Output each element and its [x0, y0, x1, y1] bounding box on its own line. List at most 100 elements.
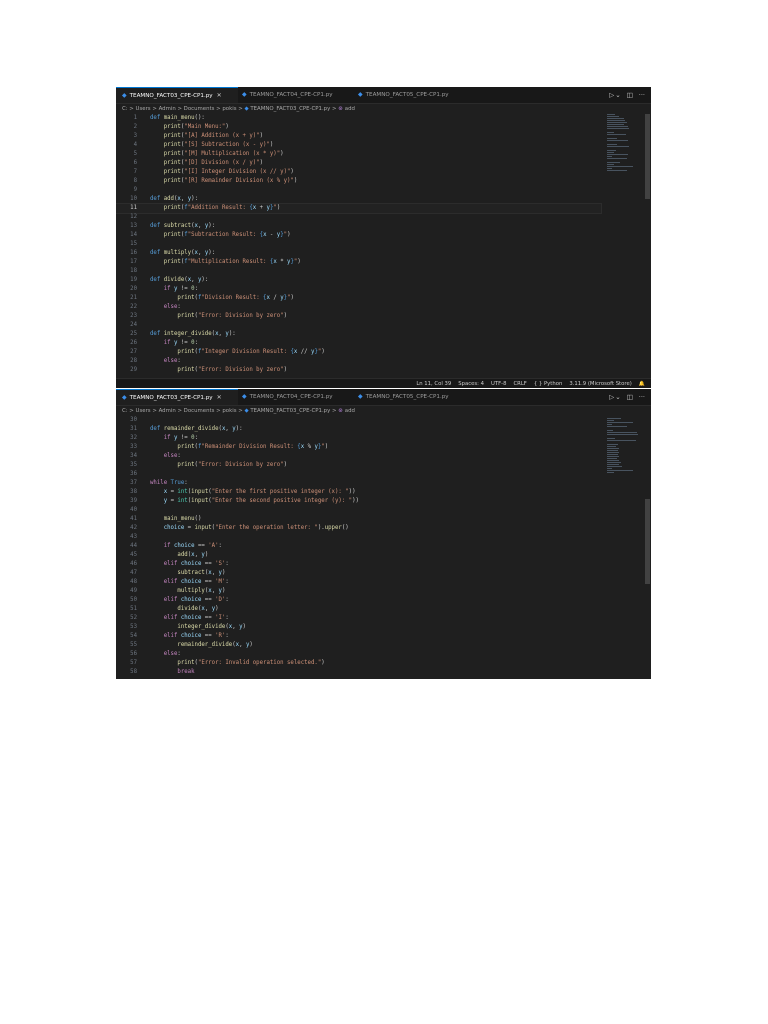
code-line[interactable]: 10 def add(x, y):	[116, 195, 601, 204]
code-line[interactable]: 5 print("[M] Multiplication (x * y)")	[116, 150, 601, 159]
code-line[interactable]: 20 if y != 0:	[116, 285, 601, 294]
code-text[interactable]: else:	[150, 357, 181, 366]
code-text[interactable]: multiply(x, y)	[150, 587, 225, 596]
code-line[interactable]: 28 else:	[116, 357, 601, 366]
code-text[interactable]: elif choice == 'D':	[150, 596, 229, 605]
code-line[interactable]: 13 def subtract(x, y):	[116, 222, 601, 231]
code-line[interactable]: 16 def multiply(x, y):	[116, 249, 601, 258]
encoding-status[interactable]: UTF-8	[491, 381, 506, 387]
code-text[interactable]: subtract(x, y)	[150, 569, 225, 578]
code-line[interactable]: 45 add(x, y)	[116, 551, 601, 560]
tab-teamno-fact04[interactable]: ◆ TEAMNO_FACT04_CPE-CP1.py	[236, 87, 354, 103]
code-text[interactable]: def multiply(x, y):	[150, 249, 215, 258]
code-text[interactable]: def integer_divide(x, y):	[150, 330, 236, 339]
close-icon[interactable]: ✕	[217, 92, 222, 99]
minimap[interactable]	[607, 114, 641, 171]
code-line[interactable]: 55 remainder_divide(x, y)	[116, 641, 601, 650]
code-text[interactable]: else:	[150, 303, 181, 312]
scrollbar[interactable]	[645, 114, 650, 199]
code-text[interactable]: print("[D] Division (x / y)")	[150, 159, 263, 168]
bell-icon[interactable]: 🔔	[639, 381, 645, 387]
tab-teamno-fact05[interactable]: ◆ TEAMNO_FACT05_CPE-CP1.py	[352, 87, 470, 103]
code-text[interactable]: break	[150, 668, 194, 677]
code-text[interactable]: print("Error: Division by zero")	[150, 366, 287, 375]
code-line[interactable]: 29 print("Error: Division by zero")	[116, 366, 601, 375]
code-line[interactable]: 17 print(f"Multiplication Result: {x * y…	[116, 258, 601, 267]
code-line[interactable]: 56 else:	[116, 650, 601, 659]
code-line[interactable]: 50 elif choice == 'D':	[116, 596, 601, 605]
code-line[interactable]: 51 divide(x, y)	[116, 605, 601, 614]
code-line[interactable]: 30	[116, 416, 601, 425]
code-text[interactable]: print("Error: Division by zero")	[150, 312, 287, 321]
run-icon[interactable]: ▷	[609, 91, 614, 99]
code-line[interactable]: 14 print(f"Subtraction Result: {x - y}")	[116, 231, 601, 240]
code-text[interactable]: else:	[150, 650, 181, 659]
code-line[interactable]: 43	[116, 533, 601, 542]
code-line[interactable]: 58 break	[116, 668, 601, 677]
code-line[interactable]: 9	[116, 186, 601, 195]
code-line[interactable]: 6 print("[D] Division (x / y)")	[116, 159, 601, 168]
code-line[interactable]: 23 print("Error: Division by zero")	[116, 312, 601, 321]
code-text[interactable]: print("[R] Remainder Division (x % y)")	[150, 177, 298, 186]
scrollbar[interactable]	[645, 499, 650, 584]
code-text[interactable]: print("[S] Subtraction (x - y)")	[150, 141, 274, 150]
code-text[interactable]: remainder_divide(x, y)	[150, 641, 252, 650]
code-line[interactable]: 18	[116, 267, 601, 276]
code-text[interactable]: print(f"Division Result: {x / y}")	[150, 294, 294, 303]
code-line[interactable]: 3 print("[A] Addition (x + y)")	[116, 132, 601, 141]
tab-teamno-fact04[interactable]: ◆ TEAMNO_FACT04_CPE-CP1.py	[236, 389, 354, 405]
code-text[interactable]: x = int(input("Enter the first positive …	[150, 488, 356, 497]
tab-teamno-fact03[interactable]: ◆ TEAMNO_FACT03_CPE-CP1.py ✕	[116, 389, 238, 405]
code-line[interactable]: 21 print(f"Division Result: {x / y}")	[116, 294, 601, 303]
code-line[interactable]: 49 multiply(x, y)	[116, 587, 601, 596]
split-editor-icon[interactable]: ◫	[627, 91, 633, 99]
code-line[interactable]: 34 else:	[116, 452, 601, 461]
breadcrumb-symbol[interactable]: add	[345, 408, 355, 414]
code-line[interactable]: 53 integer_divide(x, y)	[116, 623, 601, 632]
breadcrumb-file[interactable]: TEAMNO_FACT03_CPE-CP1.py	[250, 106, 330, 112]
code-line[interactable]: 47 subtract(x, y)	[116, 569, 601, 578]
code-text[interactable]: print("Error: Invalid operation selected…	[150, 659, 324, 668]
code-text[interactable]: add(x, y)	[150, 551, 208, 560]
code-text[interactable]: print(f"Multiplication Result: {x * y}")	[150, 258, 301, 267]
breadcrumb-file[interactable]: TEAMNO_FACT03_CPE-CP1.py	[250, 408, 330, 414]
python-interpreter[interactable]: 3.11.9 (Microsoft Store)	[569, 381, 631, 387]
code-line[interactable]: 52 elif choice == 'I':	[116, 614, 601, 623]
code-line[interactable]: 1 def main_menu():	[116, 114, 601, 123]
minimap[interactable]	[607, 416, 641, 473]
breadcrumb-symbol[interactable]: add	[345, 106, 355, 112]
tab-teamno-fact03[interactable]: ◆ TEAMNO_FACT03_CPE-CP1.py ✕	[116, 87, 238, 103]
code-editor[interactable]: 1 def main_menu(): 2 print("Main Menu:") 3 …	[116, 114, 602, 375]
code-text[interactable]: def subtract(x, y):	[150, 222, 215, 231]
code-line[interactable]: 27 print(f"Integer Division Result: {x /…	[116, 348, 601, 357]
code-text[interactable]: print("[I] Integer Division (x // y)")	[150, 168, 294, 177]
code-line[interactable]: 8 print("[R] Remainder Division (x % y)"…	[116, 177, 601, 186]
code-line[interactable]: 12	[116, 213, 601, 222]
code-text[interactable]: if choice == 'A':	[150, 542, 222, 551]
code-line[interactable]: 39 y = int(input("Enter the second posit…	[116, 497, 601, 506]
code-text[interactable]: else:	[150, 452, 181, 461]
cursor-position[interactable]: Ln 11, Col 39	[416, 381, 451, 387]
code-line[interactable]: 4 print("[S] Subtraction (x - y)")	[116, 141, 601, 150]
code-text[interactable]: if y != 0:	[150, 434, 198, 443]
code-line[interactable]: 36	[116, 470, 601, 479]
close-icon[interactable]: ✕	[217, 394, 222, 401]
code-line[interactable]: 33 print(f"Remainder Division Result: {x…	[116, 443, 601, 452]
code-text[interactable]: if y != 0:	[150, 339, 198, 348]
code-text[interactable]: print(f"Integer Division Result: {x // y…	[150, 348, 324, 357]
code-line[interactable]: 42 choice = input("Enter the operation l…	[116, 524, 601, 533]
code-text[interactable]: if y != 0:	[150, 285, 198, 294]
code-text[interactable]: elif choice == 'I':	[150, 614, 229, 623]
code-line[interactable]: 19 def divide(x, y):	[116, 276, 601, 285]
run-icon[interactable]: ▷	[609, 393, 614, 401]
code-text[interactable]: integer_divide(x, y)	[150, 623, 246, 632]
code-line[interactable]: 35 print("Error: Division by zero")	[116, 461, 601, 470]
code-text[interactable]: choice = input("Enter the operation lett…	[150, 524, 349, 533]
code-text[interactable]: print("[A] Addition (x + y)")	[150, 132, 263, 141]
more-actions-icon[interactable]: ···	[639, 393, 645, 401]
code-line[interactable]: 22 else:	[116, 303, 601, 312]
code-text[interactable]: print("Main Menu:")	[150, 123, 229, 132]
code-text[interactable]: print(f"Addition Result: {x + y}")	[150, 204, 281, 213]
code-line[interactable]: 54 elif choice == 'R':	[116, 632, 601, 641]
code-text[interactable]: elif choice == 'M':	[150, 578, 229, 587]
